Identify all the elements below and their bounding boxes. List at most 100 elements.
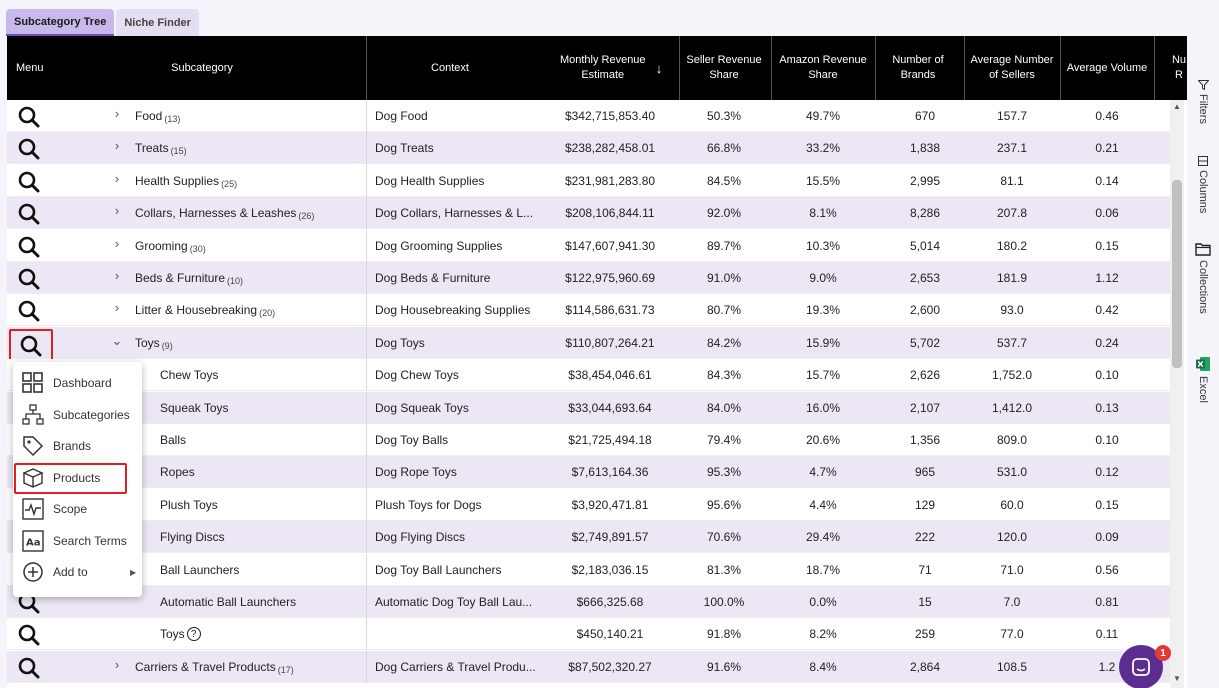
column-divider [366,100,367,132]
sort-desc-icon[interactable]: ↓ [656,61,663,76]
column-header-seller-share[interactable]: Seller Revenue Share [679,36,769,100]
table-row[interactable]: › Food (13) Dog Food $342,715,853.40 50.3% 49.… [7,100,1170,132]
search-icon[interactable] [16,235,42,259]
subcategory-name[interactable]: Toys (9) [135,327,357,359]
subcategory-name[interactable]: Litter & Housebreaking (20) [135,294,357,326]
table-row[interactable]: Balls Dog Toy Balls $21,725,494.18 79.4% 20.… [7,424,1170,456]
table-row[interactable]: Chew Toys Dog Chew Toys $38,454,046.61 84.3… [7,359,1170,392]
menu-item-add-to[interactable]: Add to ▶ [13,557,142,587]
search-icon[interactable] [16,267,42,291]
subcategory-name[interactable]: Collars, Harnesses & Leashes (26) [135,197,357,229]
subcategory-name[interactable]: Squeak Toys [160,392,357,424]
chevron-right-icon[interactable]: › [110,106,124,121]
tab-niche-finder[interactable]: Niche Finder [116,9,199,36]
subcategory-name[interactable]: Treats (15) [135,132,357,164]
column-divider [366,197,367,230]
sidebar-collections[interactable]: Collections [1187,242,1219,314]
table-row[interactable]: Flying Discs Dog Flying Discs $2,749,891.5… [7,521,1170,554]
amazon-share-cell: 4.4% [809,497,837,512]
subcategory-name[interactable]: Automatic Ball Launchers [160,586,357,618]
table-row[interactable]: › Litter & Housebreaking (20) Dog Housebrea… [7,294,1170,327]
subcategory-name[interactable]: Ball Launchers [160,554,357,586]
chevron-right-icon[interactable]: › [110,268,124,283]
search-icon[interactable] [9,328,53,363]
column-header-subcategory[interactable]: Subcategory [97,36,307,100]
table-row[interactable]: ⌄ Toys (9) Dog Toys $110,807,264.21 84.2% 15.9… [7,326,1170,363]
menu-item-label: Dashboard [53,376,112,390]
avg-volume-cell: 0.10 [1095,433,1119,447]
chevron-right-icon[interactable]: › [110,236,124,251]
menu-item-products[interactable]: Products [13,463,142,493]
filter-icon [1197,80,1209,90]
column-header-monthly-revenue[interactable]: Monthly Revenue Estimate ↓ [545,36,675,100]
seller-share-cell: 84.3% [706,368,742,383]
table-row[interactable]: Plush Toys Plush Toys for Dogs $3,920,471.… [7,488,1170,521]
column-header-brands[interactable]: Number of Brands [877,36,959,100]
column-header-context[interactable]: Context [367,36,533,100]
subcategory-name[interactable]: Health Supplies (25) [135,165,357,197]
avg-sellers-cell: 1,752.0 [991,368,1033,383]
table-row[interactable]: › Beds & Furniture (10) Dog Beds & Furnitur… [7,262,1170,294]
chevron-right-icon[interactable]: › [110,203,124,218]
subcategory-name[interactable]: Toys? [160,618,357,650]
table-row[interactable]: › Collars, Harnesses & Leashes (26) Dog Col… [7,197,1170,230]
search-icon[interactable] [16,623,42,647]
chevron-down-icon[interactable]: ⌄ [110,333,124,349]
scrollbar-thumb[interactable] [1172,180,1182,368]
menu-item-subcategories[interactable]: Subcategories [13,400,142,430]
table-row[interactable]: Squeak Toys Dog Squeak Toys $33,044,693.64… [7,391,1170,424]
table-row[interactable]: Ball Launchers Dog Toy Ball Launchers $2,1… [7,553,1170,586]
table-row[interactable]: › Carriers & Travel Products (17) Dog Carri… [7,650,1170,683]
table-row[interactable]: Toys? $450,140.21 91.8% 8.2% 259 77.0 0.11 [7,618,1170,651]
menu-item-search-terms[interactable]: Aa Search Terms [13,526,142,556]
table-row[interactable]: Ropes Dog Rope Toys $7,613,164.36 95.3% 4.7%… [7,456,1170,489]
subcategory-name[interactable]: Beds & Furniture (10) [135,262,357,294]
column-header-amazon-share[interactable]: Amazon Revenue Share [773,36,873,100]
scroll-down-icon[interactable]: ▼ [1170,674,1184,683]
column-header-avg-sellers[interactable]: Average Number of Sellers [969,36,1055,100]
vertical-scrollbar[interactable]: ▲ ▼ [1170,100,1184,688]
subcategory-name[interactable]: Balls [160,424,357,456]
brands-cell: 670 [914,109,936,123]
excel-icon [1196,357,1210,371]
sidebar-filters[interactable]: Filters [1187,80,1219,124]
context-cell: Dog Toy Ball Launchers [375,562,502,577]
column-header-avg-volume[interactable]: Average Volume [1065,36,1149,100]
column-divider [366,650,367,683]
menu-item-scope[interactable]: Scope [13,494,142,524]
menu-item-dashboard[interactable]: Dashboard [13,368,142,398]
column-header-monthly-revenue-label: Monthly Revenue Estimate [559,54,646,81]
tab-subcategory-tree[interactable]: Subcategory Tree [6,9,115,36]
column-header-menu[interactable]: Menu [7,36,97,100]
subcategory-count: (25) [221,178,238,189]
menu-item-brands[interactable]: Brands [13,431,142,461]
chevron-right-icon[interactable]: › [110,300,124,315]
chevron-right-icon[interactable]: › [110,171,124,186]
table-row[interactable]: › Grooming (30) Dog Grooming Supplies $147,6… [7,229,1170,262]
search-icon[interactable] [16,202,42,226]
subcategory-name[interactable]: Chew Toys [160,359,357,391]
table-row[interactable]: Automatic Ball Launchers Automatic Dog To… [7,586,1170,618]
subcategory-name[interactable]: Flying Discs [160,521,357,553]
column-divider [964,36,965,100]
column-header-partial[interactable]: Nu R [1157,36,1187,100]
search-icon[interactable] [16,299,42,323]
help-icon[interactable]: ? [186,627,201,642]
chevron-right-icon[interactable]: › [110,138,124,153]
subcategory-name[interactable]: Plush Toys [160,489,357,521]
search-icon[interactable] [16,170,42,194]
search-icon[interactable] [16,137,42,161]
table-row[interactable]: › Treats (15) Dog Treats $238,282,458.01 66.8… [7,132,1170,165]
search-icon[interactable] [16,105,42,129]
chevron-right-icon[interactable]: › [110,657,124,672]
table-row[interactable]: › Health Supplies (25) Dog Health Supplies $… [7,164,1170,197]
sidebar-excel[interactable]: Excel [1187,356,1219,403]
sidebar-columns[interactable]: Columns [1187,156,1219,213]
subcategory-name[interactable]: Food (13) [135,100,357,132]
scroll-up-icon[interactable]: ▲ [1170,102,1184,111]
search-icon[interactable] [16,656,42,680]
subcategory-name[interactable]: Carriers & Travel Products (17) [135,651,357,683]
context-cell: Dog Grooming Supplies [375,238,503,253]
subcategory-name[interactable]: Ropes [160,456,357,488]
subcategory-name[interactable]: Grooming (30) [135,230,357,262]
